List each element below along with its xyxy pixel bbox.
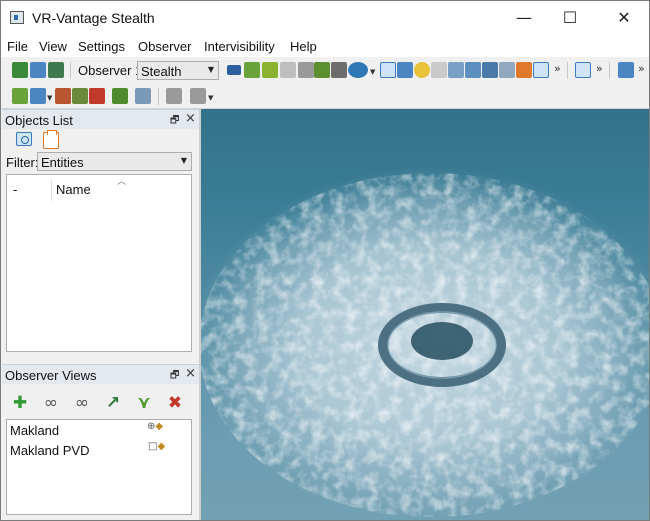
chevron-down-icon[interactable]: ▼ bbox=[370, 68, 375, 76]
column-header-type[interactable]: - bbox=[13, 182, 17, 197]
observer-views-list: Makland ⊕◆ Makland PVD □◆ bbox=[6, 419, 192, 515]
pencil-icon[interactable] bbox=[499, 62, 515, 78]
edit-entity-icon[interactable] bbox=[72, 88, 88, 104]
menu-intervisibility[interactable]: Intervisibility bbox=[204, 39, 275, 54]
toolbar-overflow-button[interactable]: » bbox=[554, 62, 561, 75]
chevron-down-icon[interactable]: ▼ bbox=[208, 94, 213, 102]
arrow-right-icon[interactable] bbox=[227, 65, 241, 75]
grid-dots-icon[interactable] bbox=[280, 62, 296, 78]
observer-view-item[interactable]: Makland PVD bbox=[10, 443, 89, 458]
menu-bar: File View Settings Observer Intervisibil… bbox=[1, 35, 649, 57]
dots-icon[interactable] bbox=[431, 62, 447, 78]
light-bulb-icon[interactable] bbox=[414, 62, 430, 78]
float-panel-icon[interactable]: 🗗 bbox=[170, 368, 179, 385]
toolbar-separator bbox=[70, 62, 71, 79]
column-header-name[interactable]: Name bbox=[56, 182, 91, 197]
select-mode-icon[interactable] bbox=[380, 62, 396, 78]
add-view-icon[interactable]: ✚ bbox=[10, 393, 30, 413]
window-title: VR-Vantage Stealth bbox=[32, 10, 155, 26]
delete-entity-icon[interactable] bbox=[89, 88, 105, 104]
toolbar-separator bbox=[609, 62, 610, 79]
chevron-down-icon[interactable]: ▼ bbox=[47, 94, 52, 102]
menu-settings[interactable]: Settings bbox=[78, 39, 125, 54]
grid-icon[interactable] bbox=[298, 62, 314, 78]
open-entity-icon[interactable] bbox=[30, 88, 46, 104]
tag-icon[interactable] bbox=[448, 62, 464, 78]
entity-toolbar: ▼ ▼ bbox=[1, 84, 649, 109]
back-arrow-icon[interactable] bbox=[575, 62, 591, 78]
menu-help[interactable]: Help bbox=[290, 39, 317, 54]
3d-viewport[interactable] bbox=[201, 109, 649, 520]
menu-file[interactable]: File bbox=[7, 39, 28, 54]
link-icon[interactable]: ∞ bbox=[41, 393, 61, 413]
chevron-down-icon: ▼ bbox=[180, 156, 187, 165]
close-panel-icon[interactable]: × bbox=[185, 111, 196, 126]
main-toolbar: Observer 1 Stealth ▼ ▼ » » » bbox=[1, 58, 649, 83]
minimize-button[interactable]: — bbox=[501, 1, 547, 35]
filter-value: Entities bbox=[41, 155, 84, 170]
observer-views-panel: ✚ ∞ ∞ ↗ ⋎ ✖ Makland ⊕◆ Makland PVD □◆ bbox=[2, 384, 199, 520]
menu-view[interactable]: View bbox=[39, 39, 67, 54]
observer-mode-value: Stealth bbox=[141, 64, 182, 79]
filter-label: Filter: bbox=[6, 155, 39, 170]
camera-icon[interactable] bbox=[331, 62, 347, 78]
export-icon[interactable] bbox=[135, 88, 151, 104]
globe-entity-icon: ⊕◆ bbox=[147, 421, 164, 432]
objects-list-title: Objects List bbox=[5, 113, 73, 128]
save-scenario-icon[interactable] bbox=[30, 62, 46, 78]
float-panel-icon[interactable]: 🗗 bbox=[170, 113, 179, 130]
report-icon[interactable] bbox=[618, 62, 634, 78]
objects-table[interactable]: - Name ︿ bbox=[6, 174, 192, 352]
terrain-icon[interactable] bbox=[314, 62, 330, 78]
fire-icon[interactable] bbox=[55, 88, 71, 104]
title-bar: VR-Vantage Stealth — ☐ ✕ bbox=[1, 1, 649, 35]
unlink-icon[interactable]: ∞ bbox=[72, 393, 92, 413]
observer-label: Observer 1 bbox=[78, 63, 143, 78]
objects-tab-bar bbox=[2, 129, 199, 151]
toolbar-overflow-button[interactable]: » bbox=[596, 62, 603, 75]
observer-mode-select[interactable]: Stealth ▼ bbox=[137, 61, 219, 80]
create-entity-icon[interactable] bbox=[12, 88, 28, 104]
jump-to-view-icon[interactable]: ↗ bbox=[103, 393, 123, 413]
wrench-icon[interactable] bbox=[465, 62, 481, 78]
align-center-icon[interactable] bbox=[190, 88, 206, 104]
sort-ascending-icon: ︿ bbox=[117, 177, 127, 187]
ocean-scene bbox=[201, 109, 649, 520]
objects-list-header: Objects List 🗗 × bbox=[2, 109, 199, 129]
objects-list-panel: Filter: Entities ▼ - Name ︿ bbox=[2, 129, 199, 361]
fly-mode-icon[interactable] bbox=[348, 62, 368, 78]
tether-icon[interactable] bbox=[262, 62, 278, 78]
toolbar-separator bbox=[158, 88, 159, 105]
menu-observer[interactable]: Observer bbox=[138, 39, 191, 54]
open-terrain-icon[interactable] bbox=[12, 62, 28, 78]
merge-views-icon[interactable]: ⋎ bbox=[134, 393, 154, 413]
close-panel-icon[interactable]: × bbox=[185, 366, 196, 381]
attach-entity-icon[interactable] bbox=[244, 62, 260, 78]
ring-center-highlight bbox=[416, 325, 468, 351]
tab-entities-icon[interactable] bbox=[16, 132, 32, 146]
align-left-icon[interactable] bbox=[166, 88, 182, 104]
chevron-down-icon: ▼ bbox=[207, 65, 214, 74]
column-divider[interactable] bbox=[51, 179, 52, 201]
app-icon bbox=[10, 11, 24, 24]
app-window: VR-Vantage Stealth — ☐ ✕ File View Setti… bbox=[0, 0, 650, 521]
mountain-icon[interactable] bbox=[397, 62, 413, 78]
maximize-button[interactable]: ☐ bbox=[547, 1, 593, 35]
toolbar-separator bbox=[567, 62, 568, 79]
load-map-icon[interactable] bbox=[48, 62, 64, 78]
tab-clipboard-icon[interactable] bbox=[43, 130, 59, 149]
measure-icon[interactable] bbox=[482, 62, 498, 78]
toolbar-overflow-button[interactable]: » bbox=[638, 62, 645, 75]
filter-select[interactable]: Entities ▼ bbox=[37, 152, 192, 171]
observer-view-item[interactable]: Makland bbox=[10, 423, 59, 438]
globe-icon[interactable] bbox=[533, 62, 549, 78]
close-button[interactable]: ✕ bbox=[601, 1, 647, 35]
observer-views-title: Observer Views bbox=[5, 368, 97, 383]
observer-views-header: Observer Views 🗗 × bbox=[2, 364, 199, 384]
window-entity-icon: □◆ bbox=[148, 441, 166, 452]
delete-view-icon[interactable]: ✖ bbox=[165, 393, 185, 413]
window-layout-icon[interactable] bbox=[516, 62, 532, 78]
aggregate-icon[interactable] bbox=[112, 88, 128, 104]
